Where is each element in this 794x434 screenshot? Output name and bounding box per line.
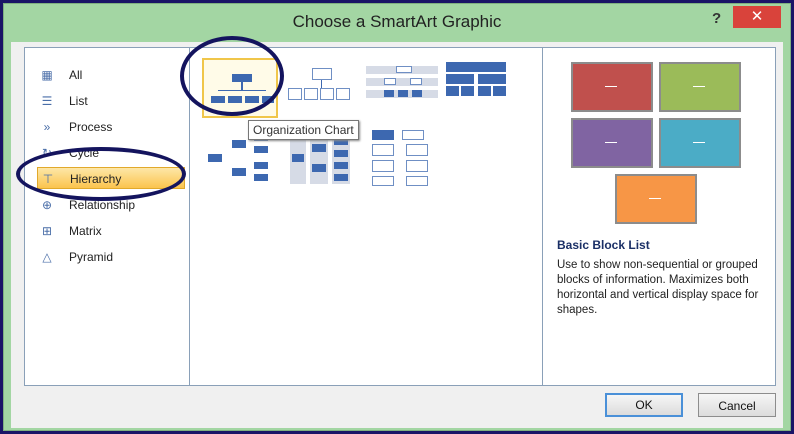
relationship-icon: ⊕ — [41, 198, 53, 212]
annotation-circle-hierarchy — [16, 147, 186, 201]
category-list[interactable]: ☰ List — [37, 90, 185, 112]
cancel-button[interactable]: Cancel — [698, 393, 776, 417]
preview-title: Basic Block List — [557, 238, 650, 252]
all-icon: ▦ — [41, 68, 53, 82]
category-label: All — [69, 68, 83, 82]
layout-horizontal-hierarchy[interactable] — [202, 132, 278, 192]
dialog-body: ▦ All ☰ List » Process ↻ Cycle ⊤ Hierarc… — [11, 42, 783, 428]
category-label: Matrix — [69, 224, 102, 238]
layout-picture-hierarchy[interactable] — [284, 60, 360, 120]
category-label: Process — [69, 120, 113, 134]
matrix-icon: ⊞ — [41, 224, 53, 238]
preview-description: Use to show non-sequential or grouped bl… — [557, 259, 759, 316]
help-button[interactable]: ? — [712, 10, 721, 27]
dialog-title: Choose a SmartArt Graphic — [292, 12, 502, 31]
preview-shape — [571, 62, 653, 112]
process-icon: » — [43, 120, 51, 134]
category-list: ▦ All ☰ List » Process ↻ Cycle ⊤ Hierarc… — [25, 48, 190, 385]
dialog-window: Choose a SmartArt Graphic ? ✕ ▦ All ☰ Li… — [3, 3, 791, 431]
preview-shape — [659, 118, 741, 168]
preview-pane: Basic Block List Use to show non-sequent… — [543, 48, 775, 385]
preview-shape — [615, 174, 697, 224]
title-bar: Choose a SmartArt Graphic ? ✕ — [4, 4, 790, 40]
category-process[interactable]: » Process — [37, 116, 185, 138]
layout-tooltip: Organization Chart — [248, 120, 359, 140]
annotation-circle-layout — [180, 36, 284, 116]
layout-horizontal-labeled-hierarchy[interactable] — [284, 132, 360, 192]
preview-shape — [571, 118, 653, 168]
close-button[interactable]: ✕ — [733, 6, 781, 28]
layout-table-hierarchy[interactable] — [446, 58, 522, 118]
category-label: List — [69, 94, 88, 108]
layout-hierarchy-list-2[interactable] — [398, 130, 474, 190]
ok-button[interactable]: OK — [605, 393, 683, 417]
list-icon: ☰ — [41, 94, 53, 108]
layout-labeled-hierarchy[interactable] — [366, 60, 442, 120]
pyramid-icon: △ — [42, 250, 52, 264]
category-matrix[interactable]: ⊞ Matrix — [37, 220, 185, 242]
preview-shape — [659, 62, 741, 112]
category-pyramid[interactable]: △ Pyramid — [37, 246, 185, 268]
panels: ▦ All ☰ List » Process ↻ Cycle ⊤ Hierarc… — [24, 47, 776, 386]
category-all[interactable]: ▦ All — [37, 64, 185, 86]
category-label: Pyramid — [69, 250, 114, 264]
